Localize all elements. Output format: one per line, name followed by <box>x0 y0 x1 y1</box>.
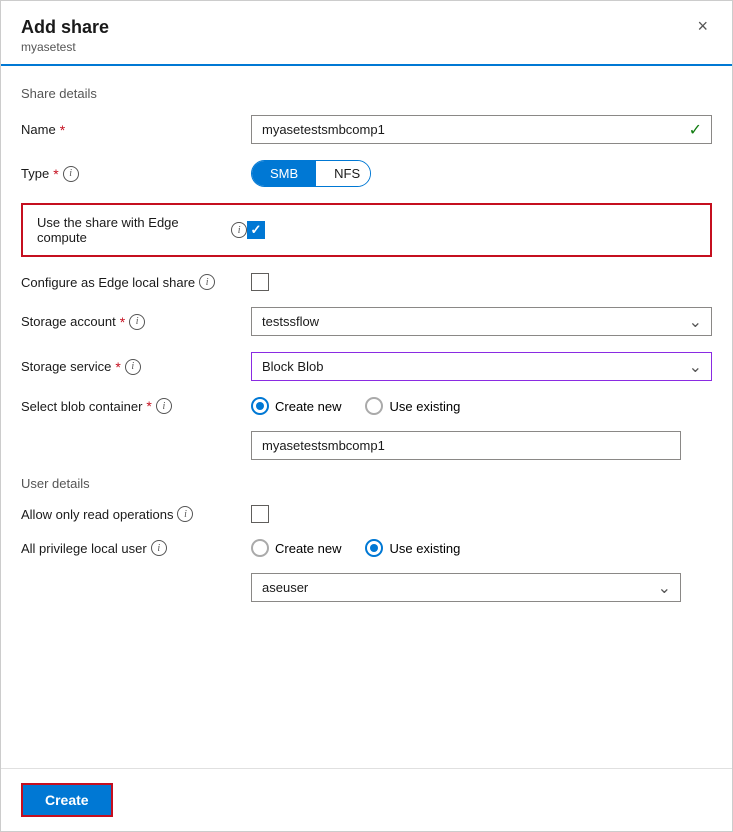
user-select-row: aseuser <box>21 573 712 602</box>
create-new-blob-label: Create new <box>275 399 341 414</box>
user-select[interactable]: aseuser <box>251 573 681 602</box>
use-existing-user-radio[interactable] <box>365 539 383 557</box>
name-label: Name * <box>21 122 251 138</box>
use-existing-blob-label: Use existing <box>389 399 460 414</box>
blob-container-info-icon[interactable]: i <box>156 398 172 414</box>
name-required: * <box>60 122 65 138</box>
dialog-body: Share details Name * ✓ Type * i <box>1 66 732 768</box>
storage-account-select[interactable]: testssflow <box>251 307 712 336</box>
close-button[interactable]: × <box>693 17 712 35</box>
type-nfs-button[interactable]: NFS <box>316 161 371 186</box>
type-info-icon[interactable]: i <box>63 166 79 182</box>
use-existing-blob-radio[interactable] <box>365 397 383 415</box>
allow-read-checkbox[interactable] <box>251 505 269 523</box>
name-input-wrapper: ✓ <box>251 115 712 144</box>
create-new-user-option[interactable]: Create new <box>251 539 341 557</box>
dialog-header: Add share myasetest × <box>1 1 732 66</box>
configure-label: Configure as Edge local share i <box>21 274 251 290</box>
allow-read-control <box>251 505 712 523</box>
edge-compute-checkbox[interactable] <box>247 221 265 239</box>
storage-account-select-wrapper: testssflow <box>251 307 712 336</box>
type-required: * <box>53 166 58 182</box>
configure-control <box>251 273 712 291</box>
add-share-dialog: Add share myasetest × Share details Name… <box>0 0 733 832</box>
storage-account-label: Storage account * i <box>21 314 251 330</box>
storage-service-info-icon[interactable]: i <box>125 359 141 375</box>
storage-account-row: Storage account * i testssflow <box>21 307 712 336</box>
storage-account-control: testssflow <box>251 307 712 336</box>
dialog-footer: Create <box>1 768 732 831</box>
create-button[interactable]: Create <box>21 783 113 817</box>
configure-info-icon[interactable]: i <box>199 274 215 290</box>
privilege-control: Create new Use existing <box>251 539 712 557</box>
privilege-row: All privilege local user i Create new Us… <box>21 539 712 557</box>
name-check-icon: ✓ <box>689 120 702 140</box>
allow-read-info-icon[interactable]: i <box>177 506 193 522</box>
storage-service-select[interactable]: Block Blob <box>251 352 712 381</box>
storage-service-label: Storage service * i <box>21 359 251 375</box>
privilege-radio-group: Create new Use existing <box>251 539 460 557</box>
type-label: Type * i <box>21 166 251 182</box>
edge-compute-label: Use the share with Edge compute i <box>37 215 247 245</box>
create-new-blob-radio[interactable] <box>251 397 269 415</box>
create-new-blob-option[interactable]: Create new <box>251 397 341 415</box>
blob-container-label: Select blob container * i <box>21 398 251 414</box>
user-select-wrapper: aseuser <box>251 573 681 602</box>
blob-container-row: Select blob container * i Create new Use… <box>21 397 712 415</box>
name-input[interactable] <box>251 115 712 144</box>
create-new-blob-radio-inner <box>256 402 264 410</box>
use-existing-blob-option[interactable]: Use existing <box>365 397 460 415</box>
create-new-user-radio[interactable] <box>251 539 269 557</box>
edge-info-icon[interactable]: i <box>231 222 247 238</box>
storage-account-info-icon[interactable]: i <box>129 314 145 330</box>
blob-name-row <box>21 431 712 460</box>
blob-container-control: Create new Use existing <box>251 397 712 415</box>
name-control: ✓ <box>251 115 712 144</box>
edge-compute-control <box>247 221 696 239</box>
name-row: Name * ✓ <box>21 115 712 144</box>
storage-account-required: * <box>120 314 125 330</box>
share-details-section-label: Share details <box>21 86 712 101</box>
use-existing-user-option[interactable]: Use existing <box>365 539 460 557</box>
allow-read-label: Allow only read operations i <box>21 506 251 522</box>
configure-checkbox[interactable] <box>251 273 269 291</box>
blob-name-input[interactable] <box>251 431 681 460</box>
use-existing-user-radio-inner <box>370 544 378 552</box>
privilege-info-icon[interactable]: i <box>151 540 167 556</box>
create-new-user-label: Create new <box>275 541 341 556</box>
storage-service-required: * <box>115 359 120 375</box>
allow-read-row: Allow only read operations i <box>21 505 712 523</box>
edge-compute-row: Use the share with Edge compute i <box>21 203 712 257</box>
blob-container-radio-group: Create new Use existing <box>251 397 460 415</box>
use-existing-user-label: Use existing <box>389 541 460 556</box>
user-details-section-label: User details <box>21 476 712 491</box>
dialog-subtitle: myasetest <box>21 40 109 54</box>
type-smb-button[interactable]: SMB <box>252 161 316 186</box>
blob-container-required: * <box>146 398 151 414</box>
type-control: SMB NFS <box>251 160 712 187</box>
dialog-header-text: Add share myasetest <box>21 17 109 64</box>
dialog-title: Add share <box>21 17 109 38</box>
storage-service-row: Storage service * i Block Blob <box>21 352 712 381</box>
privilege-label: All privilege local user i <box>21 540 251 556</box>
type-row: Type * i SMB NFS <box>21 160 712 187</box>
storage-service-select-wrapper: Block Blob <box>251 352 712 381</box>
configure-row: Configure as Edge local share i <box>21 273 712 291</box>
type-toggle-group: SMB NFS <box>251 160 371 187</box>
storage-service-control: Block Blob <box>251 352 712 381</box>
